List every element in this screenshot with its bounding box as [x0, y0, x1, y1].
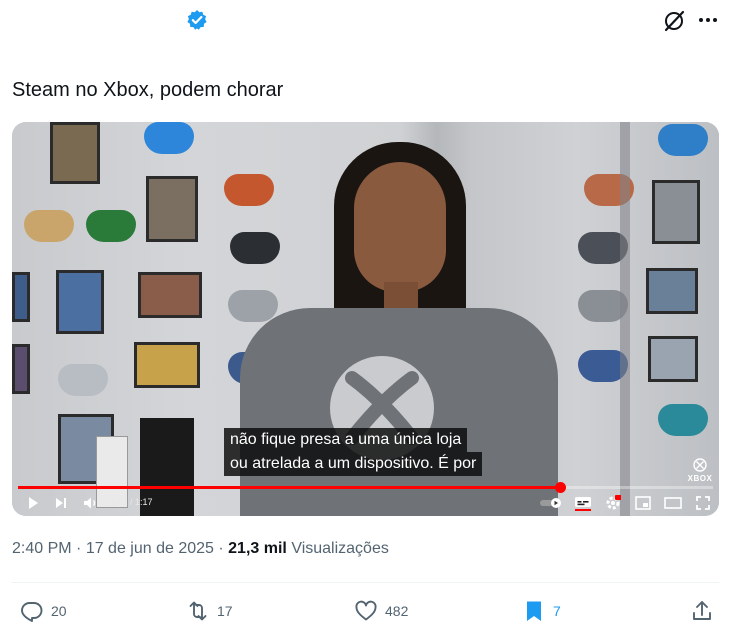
autoplay-toggle-icon[interactable] — [538, 492, 564, 514]
next-icon[interactable] — [50, 492, 72, 514]
tweet-text: Steam no Xbox, podem chorar — [12, 79, 284, 101]
views-count: 21,3 mil — [228, 540, 287, 557]
subtitle-line-1: não fique presa a uma única loja — [224, 428, 468, 452]
repost-count: 17 — [217, 603, 233, 619]
reply-count: 20 — [51, 603, 67, 619]
play-icon[interactable] — [22, 492, 44, 514]
like-icon — [355, 600, 377, 621]
views-label: Visualizações — [291, 540, 389, 557]
like-count: 482 — [385, 603, 409, 619]
meta-separator: · — [71, 540, 86, 557]
share-icon — [693, 601, 711, 620]
settings-icon[interactable] — [602, 492, 624, 514]
captions-icon[interactable] — [572, 492, 594, 514]
more-icon[interactable] — [697, 9, 719, 31]
repost-icon — [189, 601, 207, 621]
divider — [12, 582, 719, 583]
tweet-meta: 2:40 PM · 17 de jun de 2025 · 21,3 mil V… — [12, 540, 389, 558]
reply-icon — [21, 602, 43, 622]
tweet-time[interactable]: 2:40 PM — [12, 540, 72, 557]
grok-icon[interactable] — [662, 9, 686, 33]
video-time: 1:01 / 1:17 — [110, 497, 153, 507]
meta-separator-2: · — [213, 540, 229, 557]
share-button[interactable] — [690, 598, 714, 624]
xbox-watermark-text: XBOX — [687, 474, 713, 483]
verified-badge-icon — [186, 9, 208, 31]
theater-icon[interactable] — [662, 492, 684, 514]
video-progress-bar[interactable] — [18, 482, 713, 493]
video-player[interactable]: não fique presa a uma única loja ou atre… — [12, 122, 719, 516]
like-button[interactable]: 482 — [354, 598, 408, 624]
repost-button[interactable]: 17 — [186, 598, 233, 624]
reply-button[interactable]: 20 — [20, 598, 67, 624]
volume-icon[interactable] — [80, 492, 102, 514]
fullscreen-icon[interactable] — [692, 492, 714, 514]
bookmark-button[interactable]: 7 — [522, 598, 561, 624]
subtitle-line-2: ou atrelada a um dispositivo. É por — [224, 452, 483, 476]
video-progress-fill — [18, 486, 561, 489]
xbox-watermark: XBOX — [687, 458, 713, 483]
bookmark-icon — [527, 601, 541, 621]
tweet-date[interactable]: 17 de jun de 2025 — [86, 540, 214, 557]
video-controls: 1:01 / 1:17 — [12, 490, 719, 516]
bookmark-count: 7 — [553, 603, 561, 619]
miniplayer-icon[interactable] — [632, 492, 654, 514]
